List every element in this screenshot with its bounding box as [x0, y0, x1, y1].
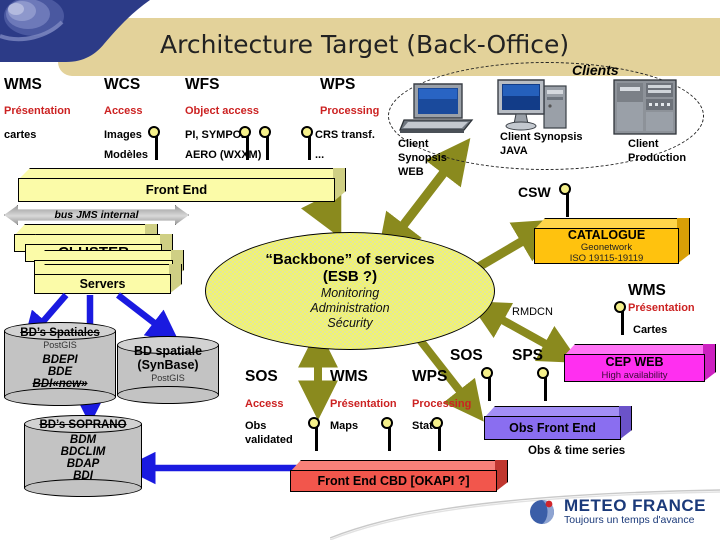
rmdcn-label: RMDCN: [512, 306, 553, 318]
client-prod-line2: Production: [628, 152, 687, 164]
right-wms-header: WMS: [628, 282, 666, 299]
service-header-wms: WMS: [4, 76, 42, 93]
bottom-service-detail-wms-1: Maps: [330, 420, 359, 432]
desktop-tower-icon: [494, 76, 576, 138]
esb-administration: Administration: [310, 301, 390, 315]
slide-canvas: Architecture Target (Back-Office) WMS Pr…: [0, 0, 720, 540]
service-detail-wps-1: CRS transf.: [315, 129, 375, 141]
catalogue-sub1: Geonetwork: [580, 242, 633, 254]
cep-web-box[interactable]: CEP WEB High availability: [564, 344, 716, 382]
esb-security: Sécurity: [327, 316, 373, 330]
client-java-line2: JAVA: [500, 145, 528, 157]
cep-web-subtitle: High availability: [601, 369, 668, 381]
db2-title2: (SynBase): [137, 358, 199, 372]
interface-lollipop-bottom-wps[interactable]: [428, 417, 450, 451]
obs-front-end-title: Obs Front End: [509, 420, 596, 435]
service-role-wps: Processing: [320, 105, 380, 117]
sps-right-label: SPS: [512, 347, 544, 364]
interface-lollipop-bottom-sos[interactable]: [305, 417, 327, 451]
db3-line-2: BDCLIM: [60, 446, 106, 458]
csw-label: CSW: [518, 184, 551, 200]
database-bd-spatiale-synbase[interactable]: BD spatiale (SynBase) PostGIS: [117, 336, 219, 404]
client-java-line1: Client Synopsis: [500, 131, 583, 143]
bus-jms-internal: bus JMS internal: [4, 205, 189, 225]
bus-jms-label: bus JMS internal: [54, 209, 139, 221]
esb-line-2: (ESB ?): [322, 268, 378, 285]
front-end-box[interactable]: Front End: [18, 168, 346, 202]
bottom-service-detail-sos-2: validated: [245, 434, 293, 446]
service-detail-wcs-1: Images: [104, 129, 142, 141]
service-detail-wms-1: cartes: [4, 129, 37, 141]
interface-lollipop-csw[interactable]: [556, 183, 578, 217]
front-end-label: Front End: [145, 181, 208, 197]
service-role-wms: Présentation: [4, 105, 71, 117]
cluster-servers-label: Servers: [79, 276, 126, 291]
service-header-wcs: WCS: [104, 76, 141, 93]
db-line-2: BDE: [47, 366, 73, 378]
front-end-cbd-box[interactable]: Front End CBD [OKAPI ?]: [290, 460, 508, 492]
db-subtitle: PostGIS: [43, 340, 77, 350]
right-wms-role: Présentation: [628, 302, 695, 314]
interface-lollipop-sps-right[interactable]: [534, 367, 556, 401]
db3-line-3: BDAP: [66, 458, 100, 470]
esb-line-1: “Backbone” of services: [265, 251, 435, 268]
logo-tagline: Toujours un temps d'avance: [564, 514, 695, 526]
bottom-service-role-sos: Access: [245, 398, 284, 410]
bottom-service-header-wms: WMS: [330, 368, 368, 385]
bottom-service-header-wps: WPS: [412, 368, 448, 385]
service-header-wps: WPS: [320, 76, 356, 93]
interface-lollipop-sos-right[interactable]: [478, 367, 500, 401]
esb-backbone[interactable]: “Backbone” of services (ESB ?) Monitorin…: [205, 232, 495, 350]
obs-front-end-caption: Obs & time series: [528, 445, 626, 457]
obs-front-end-box[interactable]: Obs Front End: [484, 406, 632, 440]
database-bd-spatiales[interactable]: BD’s Spatiales PostGIS BDEPI BDE BDI«new…: [4, 322, 116, 406]
clients-zone-label: Clients: [572, 62, 619, 78]
client-web-line3: WEB: [398, 166, 424, 178]
db3-line-4: BDI: [73, 470, 93, 482]
cep-web-title: CEP WEB: [605, 355, 664, 370]
database-bd-soprano[interactable]: BD’s SOPRANO BDM BDCLIM BDAP BDI: [24, 415, 142, 497]
catalogue-box[interactable]: CATALOGUE Geonetwork ISO 19115-19119: [534, 218, 690, 264]
sos-right-label: SOS: [450, 347, 483, 364]
interface-lollipop-wms[interactable]: [145, 126, 167, 160]
interface-lollipop-wfs[interactable]: [256, 126, 278, 160]
service-header-wfs: WFS: [185, 76, 220, 93]
interface-lollipop-bottom-wms[interactable]: [378, 417, 400, 451]
db-title: BD’s Spatiales: [20, 327, 100, 339]
cluster-servers-box[interactable]: Servers: [34, 264, 182, 294]
client-prod-line1: Client: [628, 138, 659, 150]
db2-title: BD spatiale: [133, 344, 203, 358]
catalogue-sub2: ISO 19115-19119: [569, 253, 644, 265]
logo-name: METEO FRANCE: [564, 496, 706, 515]
db2-subtitle: PostGIS: [151, 373, 185, 383]
bottom-service-role-wms: Présentation: [330, 398, 397, 410]
front-end-cbd-label: Front End CBD [OKAPI ?]: [317, 473, 470, 488]
service-role-wfs: Object access: [185, 105, 259, 117]
bottom-service-header-sos: SOS: [245, 368, 278, 385]
server-rack-icon: [612, 78, 678, 136]
interface-lollipop-wps[interactable]: [298, 126, 320, 160]
interface-lollipop-wcs[interactable]: [236, 126, 258, 160]
catalogue-title: CATALOGUE: [567, 227, 646, 242]
meteo-france-logo: METEO FRANCE Toujours un temps d'avance: [528, 494, 708, 530]
db3-line-1: BDM: [69, 434, 97, 446]
esb-monitoring: Monitoring: [320, 286, 380, 300]
client-web-line1: Client: [398, 138, 429, 150]
client-web-line2: Synopsis: [398, 152, 447, 164]
interface-lollipop-right-wms[interactable]: [611, 301, 633, 335]
page-title: Architecture Target (Back-Office): [160, 30, 570, 59]
right-wms-detail: Cartes: [633, 324, 668, 336]
db3-title: BD’s SOPRANO: [39, 419, 127, 431]
laptop-icon: [398, 80, 474, 138]
service-detail-wcs-2: Modèles: [104, 149, 149, 161]
bottom-service-role-wps: Processing: [412, 398, 472, 410]
decorative-swirl-icon: [0, 0, 170, 62]
service-role-wcs: Access: [104, 105, 143, 117]
bottom-service-detail-sos-1: Obs: [245, 420, 267, 432]
db-line-3: BDI«new»: [32, 378, 88, 390]
db-line-1: BDEPI: [42, 354, 78, 366]
